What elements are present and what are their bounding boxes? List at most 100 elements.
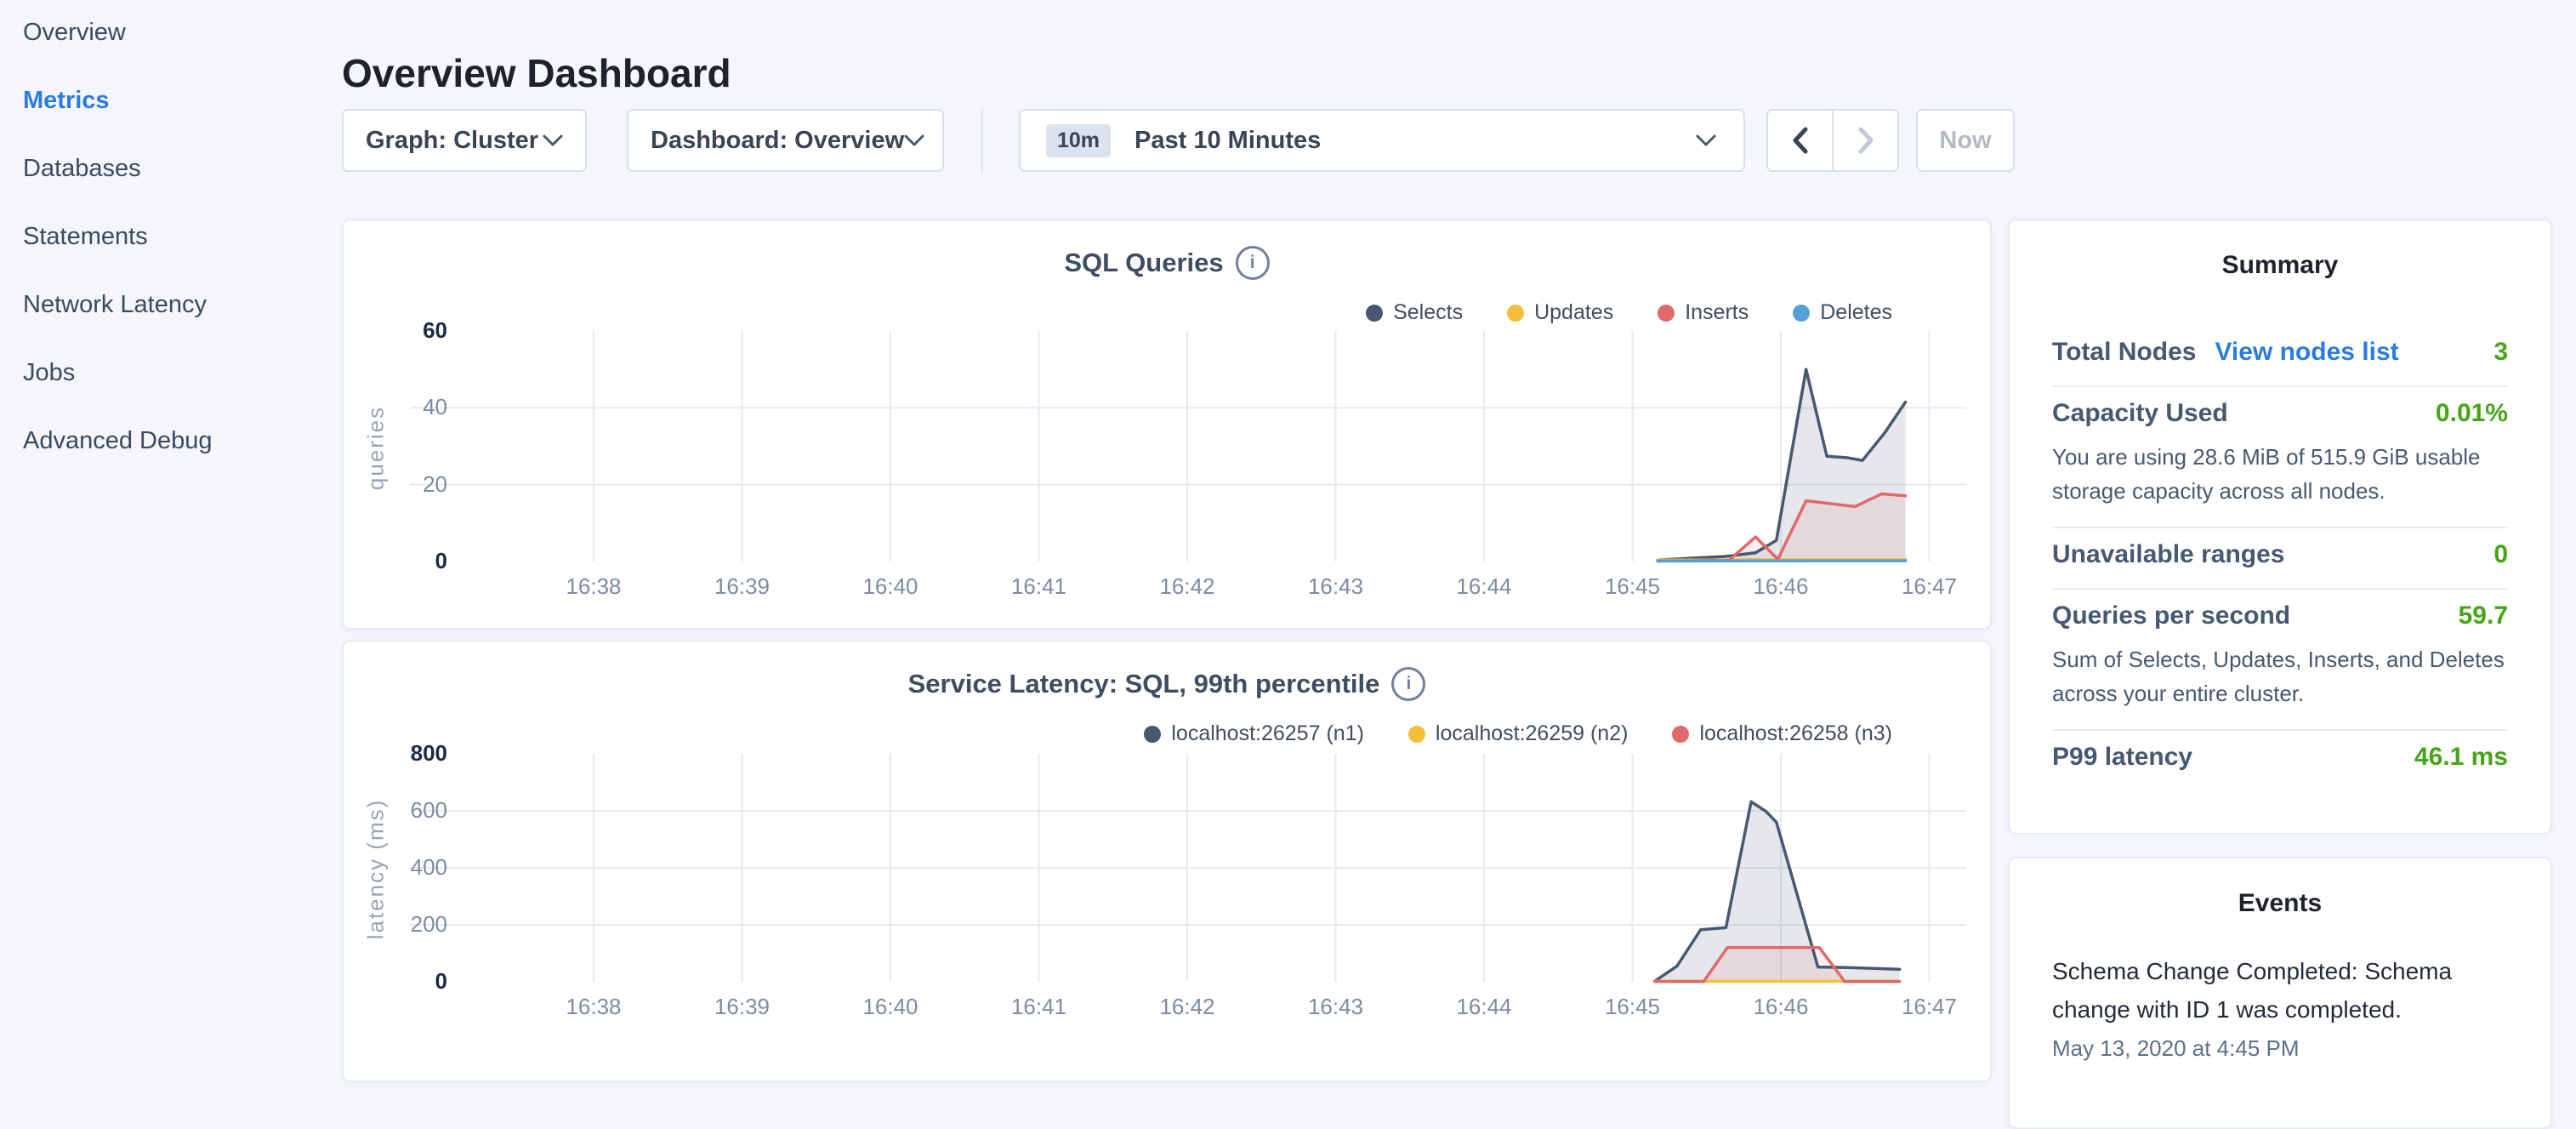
x-axis-tick: 16:46 xyxy=(1730,994,1832,1020)
graph-scope-label: Graph: Cluster xyxy=(366,127,538,155)
x-axis-tick: 16:38 xyxy=(543,573,645,600)
x-axis-tick: 16:47 xyxy=(1879,994,1981,1020)
event-item: Schema Change Completed: Schema change w… xyxy=(2052,952,2508,1062)
summary-row-description: Sum of Selects, Updates, Inserts, and De… xyxy=(2052,642,2508,710)
summary-row-label: Queries per second xyxy=(2052,602,2290,630)
time-range-dropdown[interactable]: 10m Past 10 Minutes xyxy=(1019,109,1745,172)
time-range-label: Past 10 Minutes xyxy=(1134,127,1321,155)
view-nodes-link[interactable]: View nodes list xyxy=(2215,338,2398,367)
legend-dot-icon xyxy=(1144,726,1161,743)
legend-item: localhost:26258 (n3) xyxy=(1672,721,1892,746)
summary-panel: Summary Total NodesView nodes list3Capac… xyxy=(2008,219,2552,835)
x-axis-tick: 16:44 xyxy=(1433,994,1535,1020)
y-axis-tick: 400 xyxy=(344,854,447,881)
y-axis-tick: 40 xyxy=(344,394,447,420)
event-timestamp: May 13, 2020 at 4:45 PM xyxy=(2052,1035,2508,1062)
chevron-left-icon xyxy=(1792,127,1809,154)
legend-label: localhost:26257 (n1) xyxy=(1171,721,1364,746)
legend-label: Updates xyxy=(1534,300,1613,325)
chevron-down-icon xyxy=(1696,134,1716,147)
next-time-window-button[interactable] xyxy=(1834,111,1897,170)
prev-time-window-button[interactable] xyxy=(1768,111,1834,170)
sql-queries-chart-panel: SQL Queries i Selects Updates Inserts Delet… xyxy=(342,219,1992,630)
x-axis-tick: 16:41 xyxy=(988,573,1090,600)
x-axis-tick: 16:38 xyxy=(543,994,645,1020)
x-axis-tick: 16:41 xyxy=(988,994,1090,1020)
x-axis-tick: 16:45 xyxy=(1582,994,1684,1020)
summary-row-value: 0 xyxy=(2494,540,2508,569)
page-title: Overview Dashboard xyxy=(342,50,731,96)
dashboard-label: Dashboard: Overview xyxy=(651,127,904,155)
legend-label: localhost:26258 (n3) xyxy=(1699,721,1892,746)
x-axis-tick: 16:45 xyxy=(1582,573,1684,600)
summary-row-label: P99 latency xyxy=(2052,743,2192,772)
legend-dot-icon xyxy=(1658,305,1675,322)
legend-dot-icon xyxy=(1507,305,1524,322)
summary-row: Capacity Used 0.01% You are using 28.6 MiB… xyxy=(2052,385,2508,527)
y-axis-tick: 200 xyxy=(344,911,447,938)
sidebar-item-databases[interactable]: Databases xyxy=(23,155,141,184)
y-axis-tick: 600 xyxy=(344,797,447,824)
y-axis-tick: 0 xyxy=(344,968,447,995)
legend-dot-icon xyxy=(1366,305,1383,322)
now-button[interactable]: Now xyxy=(1916,109,2015,172)
summary-row-description: You are using 28.6 MiB of 515.9 GiB usab… xyxy=(2052,440,2508,508)
info-icon[interactable]: i xyxy=(1391,667,1425,701)
x-axis-tick: 16:39 xyxy=(691,573,793,600)
summary-row: Unavailable ranges 0 xyxy=(2052,527,2508,588)
summary-row-value: 0.01% xyxy=(2436,399,2508,428)
legend-item: Inserts xyxy=(1658,300,1749,325)
y-axis-label: queries xyxy=(363,321,390,576)
summary-row: P99 latency 46.1 ms xyxy=(2052,729,2508,790)
chevron-down-icon xyxy=(904,134,924,147)
summary-row-value: 59.7 xyxy=(2459,602,2508,630)
now-button-label: Now xyxy=(1939,127,1991,155)
summary-row: Queries per second 59.7 Sum of Selects, Up… xyxy=(2052,588,2508,729)
legend-dot-icon xyxy=(1408,726,1425,743)
legend-dot-icon xyxy=(1672,726,1689,743)
legend-item: Updates xyxy=(1507,300,1613,325)
legend-item: localhost:26257 (n1) xyxy=(1144,721,1364,746)
x-axis-tick: 16:43 xyxy=(1285,994,1387,1020)
sidebar: Overview Metrics Databases Statements Networ… xyxy=(0,0,340,1052)
event-message: Schema Change Completed: Schema change w… xyxy=(2052,952,2508,1029)
chevron-right-icon xyxy=(1857,127,1874,154)
dashboard-dropdown[interactable]: Dashboard: Overview xyxy=(627,109,944,172)
graph-scope-dropdown[interactable]: Graph: Cluster xyxy=(342,109,587,172)
sidebar-item-advanced-debug[interactable]: Advanced Debug xyxy=(23,427,213,456)
info-icon[interactable]: i xyxy=(1236,246,1270,280)
time-range-badge: 10m xyxy=(1046,124,1111,157)
chart-legend: Selects Updates Inserts Deletes xyxy=(1366,300,1892,325)
x-axis-tick: 16:39 xyxy=(691,994,793,1020)
legend-item: localhost:26259 (n2) xyxy=(1408,721,1629,746)
summary-row-value: 46.1 ms xyxy=(2414,743,2508,772)
legend-item: Deletes xyxy=(1793,300,1892,325)
x-axis-tick: 16:40 xyxy=(839,573,941,600)
events-panel: Events Schema Change Completed: Schema c… xyxy=(2008,857,2552,1129)
summary-row-label: Capacity Used xyxy=(2052,399,2228,428)
y-axis-tick: 800 xyxy=(344,740,447,767)
x-axis-tick: 16:43 xyxy=(1285,573,1387,600)
x-axis-tick: 16:47 xyxy=(1879,573,1981,600)
chevron-down-icon xyxy=(543,134,563,147)
sidebar-item-network-latency[interactable]: Network Latency xyxy=(23,291,207,320)
summary-row-label: Unavailable ranges xyxy=(2052,540,2284,569)
legend-dot-icon xyxy=(1793,305,1810,322)
summary-title: Summary xyxy=(2010,220,2550,280)
sidebar-item-overview[interactable]: Overview xyxy=(23,19,126,48)
legend-label: Selects xyxy=(1393,300,1463,325)
chart-title: Service Latency: SQL, 99th percentile xyxy=(908,669,1380,699)
x-axis-tick: 16:40 xyxy=(839,994,941,1020)
sidebar-item-metrics[interactable]: Metrics xyxy=(23,87,110,116)
y-axis-tick: 20 xyxy=(344,471,447,498)
events-title: Events xyxy=(2010,858,2550,918)
service-latency-chart-panel: Service Latency: SQL, 99th percentile i … xyxy=(342,640,1992,1082)
sidebar-item-jobs[interactable]: Jobs xyxy=(23,359,75,388)
summary-row-label: Total Nodes xyxy=(2052,338,2196,367)
sidebar-item-statements[interactable]: Statements xyxy=(23,223,148,252)
chart-title: SQL Queries xyxy=(1064,248,1223,278)
x-axis-tick: 16:46 xyxy=(1730,573,1832,600)
legend-label: Deletes xyxy=(1820,300,1892,325)
x-axis-tick: 16:42 xyxy=(1136,573,1238,600)
summary-row: Total NodesView nodes list3 xyxy=(2052,326,2508,385)
